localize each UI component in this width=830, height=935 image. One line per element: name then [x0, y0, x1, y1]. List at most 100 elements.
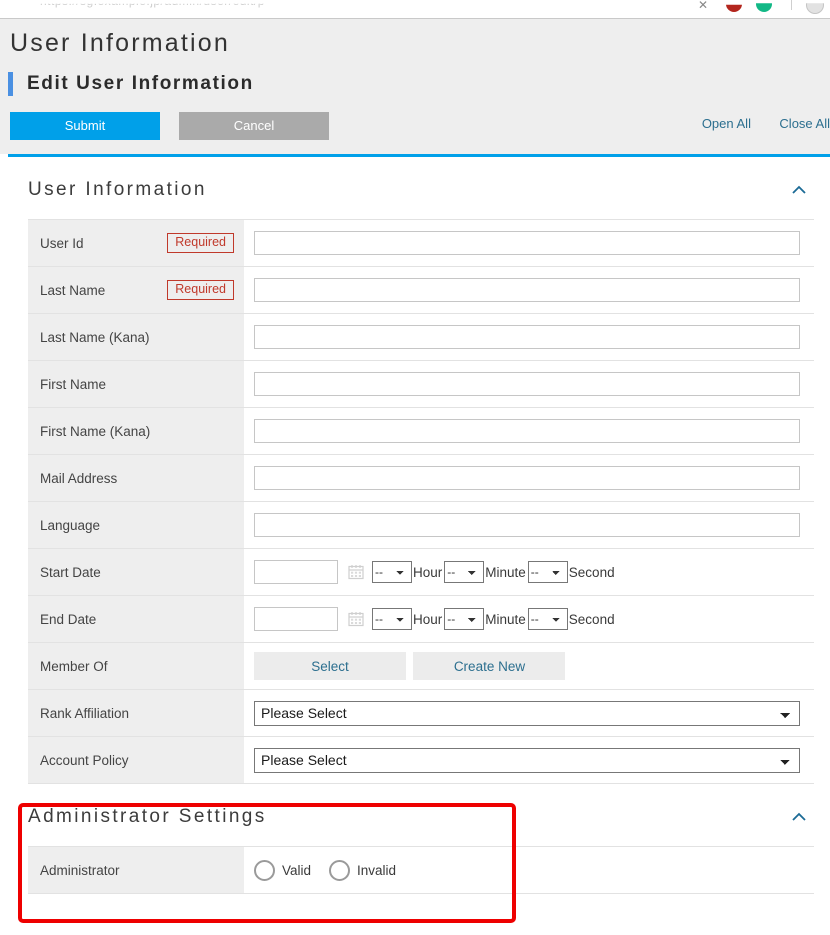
form-row: Language [28, 501, 814, 549]
first-name-input[interactable] [254, 372, 800, 396]
row-value-cell: -- Hour -- Minute -- Second [244, 595, 814, 643]
row-value-cell: Select Create New [244, 642, 814, 690]
end-date-input[interactable] [254, 607, 338, 631]
chevron-up-icon[interactable] [790, 808, 808, 826]
row-value-cell [244, 501, 814, 549]
row-value-cell [244, 266, 814, 314]
form-row: First Name (Kana) [28, 407, 814, 455]
field-label: User Id [40, 235, 84, 251]
member-of-create-new-button[interactable]: Create New [413, 652, 566, 680]
user-information-form: User Id Required Last Name Required Last… [28, 219, 814, 784]
avatar-icon[interactable] [806, 3, 824, 14]
hour-unit-label: Hour [413, 611, 443, 627]
form-row: Last Name (Kana) [28, 313, 814, 361]
row-value-cell [244, 454, 814, 502]
user-id-input[interactable] [254, 231, 800, 255]
cancel-button[interactable]: Cancel [179, 112, 329, 140]
minute-unit-label: Minute [485, 564, 526, 580]
field-label: End Date [40, 611, 97, 627]
row-value-cell [244, 360, 814, 408]
section-heading-text: Edit User Information [27, 73, 254, 94]
end-second-select[interactable]: -- [527, 608, 568, 630]
row-label-cell: User Id Required [28, 219, 244, 267]
required-badge: Required [167, 280, 234, 300]
administrator-invalid-label: Invalid [357, 862, 397, 878]
address-bar-text: https://sg.example.jp/admin/user/edit/p [40, 0, 265, 8]
row-label-cell: First Name (Kana) [28, 407, 244, 455]
first-name-kana-input[interactable] [254, 419, 800, 443]
row-value-cell [244, 407, 814, 455]
row-label-cell: End Date [28, 595, 244, 643]
form-row: User Id Required [28, 219, 814, 267]
expand-collapse-links: Open All Close All [678, 115, 830, 133]
submit-button[interactable]: Submit [10, 112, 160, 140]
red-badge-icon[interactable] [726, 4, 742, 12]
radio-circle-icon [254, 859, 275, 881]
language-input[interactable] [254, 513, 800, 537]
last-name-kana-input[interactable] [254, 325, 800, 349]
administrator-valid-radio[interactable]: Valid [254, 859, 312, 881]
form-row: Account Policy Please Select [28, 736, 814, 784]
field-label: Rank Affiliation [40, 705, 130, 721]
administrator-settings-form: Administrator Valid Invalid [28, 846, 814, 894]
close-icon[interactable]: ✕ [698, 0, 708, 12]
section-heading: Edit User Information [0, 64, 830, 102]
rank-affiliation-select[interactable]: Please Select [254, 700, 800, 726]
administrator-valid-label: Valid [282, 862, 312, 878]
panel-title: Administrator Settings [28, 806, 267, 827]
start-second-select[interactable]: -- [527, 561, 568, 583]
account-policy-select[interactable]: Please Select [254, 747, 800, 773]
field-label: First Name (Kana) [40, 423, 151, 439]
end-minute-select[interactable]: -- [444, 608, 485, 630]
row-label-cell: First Name [28, 360, 244, 408]
toolbar-divider [791, 0, 792, 10]
calendar-icon[interactable] [348, 564, 364, 580]
row-label-cell: Rank Affiliation [28, 689, 244, 737]
member-of-select-button[interactable]: Select [254, 652, 406, 680]
field-label: Last Name (Kana) [40, 329, 150, 345]
heading-accent-bar [8, 72, 13, 96]
chevron-up-icon[interactable] [790, 181, 808, 199]
row-value-cell: -- Hour -- Minute -- Second [244, 548, 814, 596]
row-label-cell: Language [28, 501, 244, 549]
page-title: User Information [10, 29, 230, 57]
mail-address-input[interactable] [254, 466, 800, 490]
field-label: Mail Address [40, 470, 118, 486]
administrator-invalid-radio[interactable]: Invalid [329, 859, 397, 881]
row-label-cell: Member Of [28, 642, 244, 690]
panel-header-administrator-settings: Administrator Settings [0, 784, 830, 846]
row-label-cell: Last Name Required [28, 266, 244, 314]
form-row: Rank Affiliation Please Select [28, 689, 814, 737]
row-label-cell: Start Date [28, 548, 244, 596]
minute-unit-label: Minute [485, 611, 526, 627]
row-value-cell [244, 313, 814, 361]
start-date-input[interactable] [254, 560, 338, 584]
open-all-link[interactable]: Open All [702, 116, 751, 131]
last-name-input[interactable] [254, 278, 800, 302]
calendar-icon[interactable] [348, 611, 364, 627]
field-label: Member Of [40, 658, 108, 674]
hour-unit-label: Hour [413, 564, 443, 580]
field-label: Account Policy [40, 752, 129, 768]
start-hour-select[interactable]: -- [372, 561, 412, 583]
field-label: First Name [40, 376, 107, 392]
panel-header-user-information: User Information [0, 157, 830, 219]
field-label: Start Date [40, 564, 101, 580]
start-minute-select[interactable]: -- [444, 561, 485, 583]
row-label-cell: Mail Address [28, 454, 244, 502]
close-all-link[interactable]: Close All [779, 116, 830, 131]
panel-administrator-settings: Administrator Settings Administrator Val… [0, 784, 830, 894]
form-row: Administrator Valid Invalid [28, 846, 814, 894]
required-badge: Required [167, 233, 234, 253]
end-hour-select[interactable]: -- [372, 608, 412, 630]
field-label: Administrator [40, 862, 120, 878]
form-row: Member Of Select Create New [28, 642, 814, 690]
row-value-cell: Please Select [244, 689, 814, 737]
field-label: Language [40, 517, 101, 533]
page-header: User Information Edit User Information S… [0, 19, 830, 154]
green-badge-icon[interactable] [756, 3, 772, 12]
row-label-cell: Account Policy [28, 736, 244, 784]
row-value-cell [244, 219, 814, 267]
radio-circle-icon [329, 859, 351, 881]
form-row: Last Name Required [28, 266, 814, 314]
